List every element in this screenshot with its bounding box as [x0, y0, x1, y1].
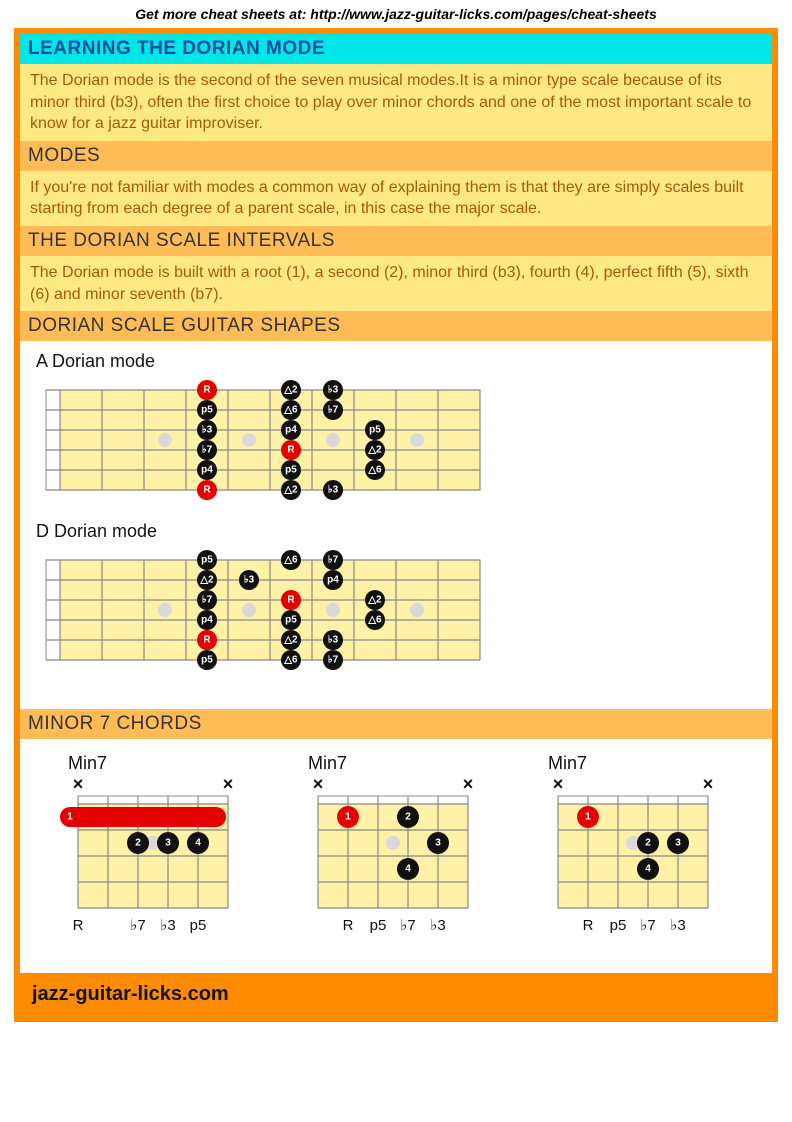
svg-text:1: 1: [67, 812, 73, 823]
svg-text:R: R: [287, 595, 295, 606]
svg-text:△2: △2: [283, 385, 298, 396]
content-frame: LEARNING THE DORIAN MODE The Dorian mode…: [14, 28, 778, 1022]
svg-text:×: ×: [703, 774, 714, 794]
svg-text:1: 1: [585, 812, 591, 823]
shape-a-title: A Dorian mode: [36, 351, 762, 372]
section-intervals: THE DORIAN SCALE INTERVALS: [20, 226, 772, 256]
svg-text:♭7: ♭7: [328, 655, 339, 666]
svg-text:×: ×: [73, 774, 84, 794]
svg-text:p4: p4: [201, 465, 213, 476]
svg-text:4: 4: [405, 864, 411, 875]
svg-text:p4: p4: [327, 575, 339, 586]
section-modes: MODES: [20, 141, 772, 171]
page-title: LEARNING THE DORIAN MODE: [20, 34, 772, 64]
chord-diagram: Min7× × 1 2 3 4 Rp5 ♭7 ♭3: [524, 753, 734, 949]
chord-svg: × × 1 2 3 4 Rp5 ♭7 ♭3: [284, 774, 494, 944]
svg-text:♭7: ♭7: [328, 555, 339, 566]
svg-text:♭3: ♭3: [202, 425, 213, 436]
intervals-text: The Dorian mode is built with a root (1)…: [20, 256, 772, 311]
svg-text:2: 2: [405, 812, 411, 823]
svg-text:×: ×: [553, 774, 564, 794]
topbar-link[interactable]: Get more cheat sheets at: http://www.jaz…: [0, 0, 792, 28]
svg-text:p5: p5: [610, 917, 627, 934]
svg-text:4: 4: [195, 838, 201, 849]
svg-text:p5: p5: [369, 425, 381, 436]
svg-text:R: R: [203, 485, 211, 496]
svg-text:R: R: [343, 917, 354, 934]
svg-text:R: R: [583, 917, 594, 934]
chord-diagram: Min7× × 1 2 3 4 Rp5 ♭7 ♭3: [284, 753, 494, 949]
svg-text:♭7: ♭7: [640, 917, 655, 934]
svg-text:♭7: ♭7: [202, 445, 213, 456]
chord-title: Min7: [68, 753, 254, 774]
svg-text:3: 3: [435, 838, 441, 849]
svg-text:△6: △6: [367, 465, 382, 476]
svg-text:△6: △6: [283, 655, 298, 666]
svg-text:p5: p5: [201, 555, 213, 566]
svg-text:♭7: ♭7: [328, 405, 339, 416]
svg-text:4: 4: [645, 864, 651, 875]
chord-title: Min7: [308, 753, 494, 774]
svg-text:♭7: ♭7: [202, 595, 213, 606]
intro-text: The Dorian mode is the second of the sev…: [20, 64, 772, 141]
fretboard-a-dorian: R △2 ♭3 p5 △6 ♭7 ♭3 p4 p5 ♭7 R △2 p4 p5 △6 R △2 ♭3: [30, 378, 492, 502]
svg-text:△6: △6: [283, 405, 298, 416]
chords-block: Min7××1234R♭7♭3p5Min7××1234Rp5♭7♭3Min7××…: [20, 739, 772, 973]
shapes-block: A Dorian mode R△2♭3p5△6♭7♭3p4p5♭7R△2p4p5…: [20, 341, 772, 709]
svg-text:1: 1: [345, 812, 351, 823]
chord-svg: × × 1 2 3 4 R ♭7 ♭3 p5: [44, 774, 254, 944]
chord-svg: × × 1 2 3 4 Rp5 ♭7 ♭3: [524, 774, 734, 944]
svg-text:×: ×: [223, 774, 234, 794]
svg-text:3: 3: [675, 838, 681, 849]
svg-text:R: R: [203, 635, 211, 646]
svg-text:p4: p4: [285, 425, 297, 436]
svg-text:♭7: ♭7: [130, 917, 145, 934]
svg-text:p5: p5: [285, 465, 297, 476]
svg-text:R: R: [203, 385, 211, 396]
svg-text:3: 3: [165, 838, 171, 849]
svg-text:p5: p5: [190, 917, 207, 934]
svg-text:♭3: ♭3: [328, 635, 339, 646]
svg-text:△2: △2: [367, 595, 382, 606]
svg-text:△2: △2: [199, 575, 214, 586]
svg-text:♭7: ♭7: [400, 917, 415, 934]
svg-text:p5: p5: [370, 917, 387, 934]
svg-text:♭3: ♭3: [670, 917, 685, 934]
section-chords: MINOR 7 CHORDS: [20, 709, 772, 739]
svg-text:♭3: ♭3: [160, 917, 175, 934]
svg-text:♭3: ♭3: [244, 575, 255, 586]
svg-text:△2: △2: [367, 445, 382, 456]
svg-text:×: ×: [313, 774, 324, 794]
svg-text:p5: p5: [285, 615, 297, 626]
shape-d-title: D Dorian mode: [36, 521, 762, 542]
svg-text:p4: p4: [201, 615, 213, 626]
svg-text:2: 2: [135, 838, 141, 849]
svg-text:△6: △6: [283, 555, 298, 566]
svg-text:×: ×: [463, 774, 474, 794]
svg-text:♭3: ♭3: [430, 917, 445, 934]
svg-text:△6: △6: [367, 615, 382, 626]
footer: jazz-guitar-licks.com: [20, 973, 772, 1016]
svg-text:♭3: ♭3: [328, 385, 339, 396]
svg-text:△2: △2: [283, 485, 298, 496]
fretboard-d-dorian: p5 △6 ♭7 △2 ♭3 p4 ♭7 R △2 p4 p5 △6 R △2 ♭3 p5 △6 ♭7: [30, 548, 492, 690]
chord-diagram: Min7× × 1 2 3 4 R ♭7 ♭3 p5: [44, 753, 254, 949]
svg-text:2: 2: [645, 838, 651, 849]
svg-text:R: R: [287, 445, 295, 456]
svg-text:R: R: [73, 917, 84, 934]
section-shapes: DORIAN SCALE GUITAR SHAPES: [20, 311, 772, 341]
chord-title: Min7: [548, 753, 734, 774]
svg-text:♭3: ♭3: [328, 485, 339, 496]
svg-text:△2: △2: [283, 635, 298, 646]
modes-text: If you're not familiar with modes a comm…: [20, 171, 772, 226]
svg-text:p5: p5: [201, 405, 213, 416]
svg-text:p5: p5: [201, 655, 213, 666]
